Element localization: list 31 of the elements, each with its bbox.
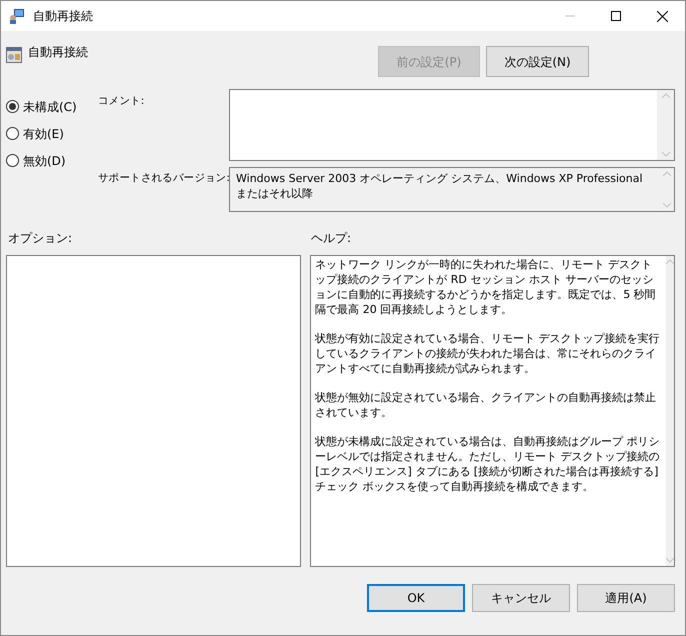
help-paragraph: ネットワーク リンクが一時的に失われた場合に、リモート デスクトップ接続のクライアントが RD セッション ホスト サーバーのセッションに自動的に再接続するかどうかを指定します。既定では、5 秒間隔で最高 20 回再接続しようとします。 bbox=[315, 257, 657, 317]
help-paragraph: 状態が未構成に設定されている場合は、自動再接続はグループ ポリシーレベルでは指定されません。ただし、リモート デスクトップ接続の [エクスペリエンス] タブにある [接続が切断された場合は再接続する] チェック ボックスを使って自動再接続を構成できます。 bbox=[315, 434, 661, 494]
scroll-down-icon[interactable] bbox=[666, 558, 674, 563]
radio-button[interactable] bbox=[6, 100, 19, 113]
maximize-icon bbox=[611, 11, 621, 21]
help-paragraph: 状態が有効に設定されている場合、リモート デスクトップ接続を実行しているクライアントの接続が失われた場合は、常にそれらのクライアントすべてに自動再接続が試みられます。 bbox=[315, 331, 661, 376]
radio-label[interactable]: 未構成(C) bbox=[23, 98, 77, 116]
policy-title: 自動再接続 bbox=[28, 44, 88, 61]
comment-field[interactable] bbox=[229, 89, 675, 161]
window-title: 自動再接続 bbox=[33, 8, 94, 25]
radio-label[interactable]: 無効(D) bbox=[23, 152, 66, 170]
comment-label: コメント: bbox=[98, 94, 146, 109]
radio-label[interactable]: 有効(E) bbox=[23, 124, 64, 142]
supported-versions-text: Windows Server 2003 オペレーティング システム、Windows XP Professional またはそれ以降 bbox=[235, 171, 644, 202]
next-setting-button[interactable]: 次の設定(N) bbox=[486, 46, 589, 77]
apply-button[interactable]: 適用(A) bbox=[577, 584, 675, 612]
ok-button[interactable]: OK bbox=[367, 584, 465, 612]
scroll-up-icon[interactable] bbox=[662, 171, 671, 176]
radio-button[interactable] bbox=[6, 154, 19, 167]
scroll-down-icon[interactable] bbox=[662, 152, 670, 157]
computer-icon bbox=[9, 8, 25, 24]
help-paragraph: 状態が無効に設定されている場合、クライアントの自動再接続は禁止されています。 bbox=[315, 390, 658, 420]
help-label: ヘルプ: bbox=[311, 230, 352, 247]
scroll-down-icon[interactable] bbox=[662, 203, 671, 208]
policy-icon bbox=[6, 47, 22, 63]
cancel-button[interactable]: キャンセル bbox=[472, 584, 570, 612]
scroll-up-icon[interactable] bbox=[666, 259, 674, 264]
scroll-up-icon[interactable] bbox=[662, 93, 670, 98]
options-label: オプション: bbox=[7, 230, 74, 247]
radio-button[interactable] bbox=[6, 127, 19, 140]
close-icon bbox=[656, 10, 668, 22]
